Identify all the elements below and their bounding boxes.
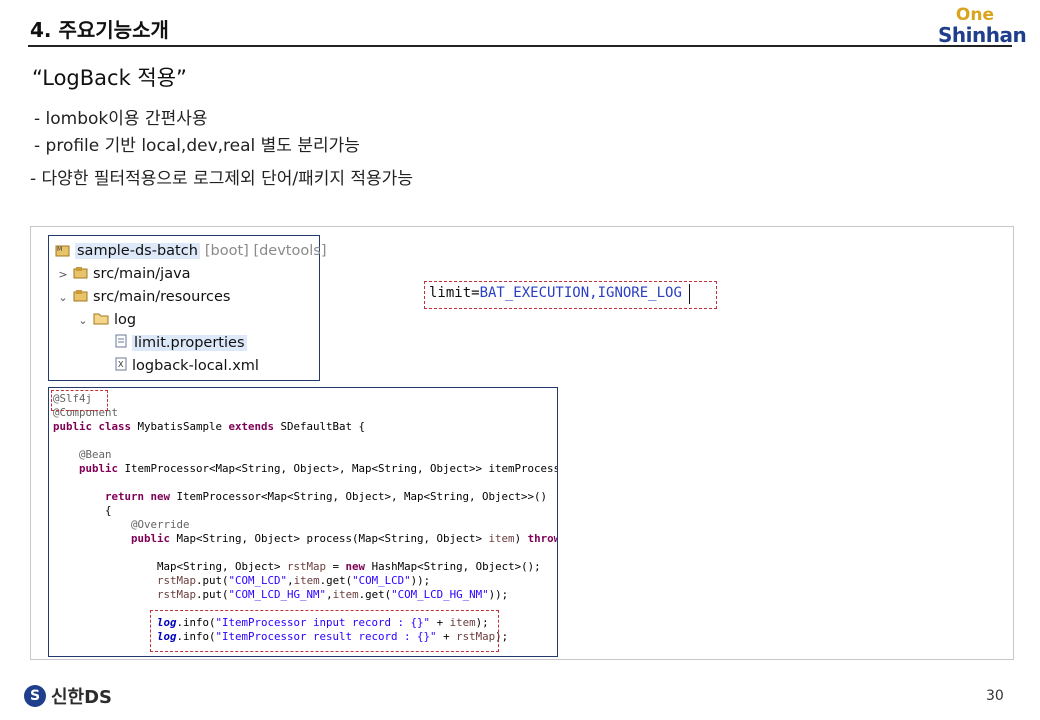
- code-line: return new ItemProcessor<Map<String, Obj…: [105, 490, 548, 503]
- bullet-item: - lombok이용 간편사용: [34, 109, 208, 129]
- tree-item-limit-properties[interactable]: limit.properties: [115, 332, 247, 354]
- shinhan-ds-logo: S 신한DS: [24, 683, 112, 709]
- project-suffix: [boot] [devtools]: [204, 243, 327, 259]
- project-explorer: M sample-ds-batch [boot] [devtools] > sr…: [48, 235, 326, 381]
- code-line: public ItemProcessor<Map<String, Object>…: [79, 462, 558, 475]
- chevron-down-icon[interactable]: ⌄: [77, 314, 89, 327]
- package-folder-icon: [73, 266, 88, 283]
- xml-file-icon: X: [115, 357, 127, 375]
- one-shinhan-logo: One Shinhan: [938, 5, 1027, 47]
- logo-shinhan-text: Shinhan: [938, 23, 1027, 47]
- slf4j-highlight-box: [51, 390, 108, 411]
- limit-property-line[interactable]: limit=BAT_EXECUTION,IGNORE_LOG: [429, 285, 682, 301]
- bullet-item: - 다양한 필터적용으로 로그제외 단어/패키지 적용가능: [30, 169, 413, 189]
- code-line: @Bean: [53, 448, 112, 461]
- project-name: sample-ds-batch: [75, 243, 200, 259]
- file-icon: [115, 334, 127, 352]
- tree-item-label: logback-local.xml: [132, 358, 259, 374]
- tree-item-label: src/main/resources: [93, 289, 231, 305]
- open-folder-icon: [93, 312, 109, 329]
- tree-item-label: src/main/java: [93, 266, 191, 282]
- limit-value: BAT_EXECUTION,IGNORE_LOG: [479, 285, 682, 301]
- shinhan-emblem-icon: S: [24, 685, 46, 707]
- code-line: {: [53, 504, 112, 517]
- tree-item-src-main-resources[interactable]: ⌄ src/main/resources: [57, 286, 230, 308]
- page-number: 30: [986, 688, 1004, 704]
- code-line: Map<String, Object> rstMap = new HashMap…: [53, 560, 541, 573]
- text-caret: [689, 284, 690, 304]
- company-name: 신한DS: [51, 687, 113, 708]
- page-title: 4. 주요기능소개: [30, 18, 169, 42]
- tree-item-log[interactable]: ⌄ log: [77, 309, 136, 331]
- code-line: @Override: [53, 518, 190, 531]
- tree-item-project[interactable]: M sample-ds-batch [boot] [devtools]: [55, 240, 326, 262]
- package-folder-icon: [73, 289, 88, 306]
- code-line: public class MybatisSample extends SDefa…: [53, 420, 366, 433]
- svg-text:M: M: [57, 246, 62, 253]
- log-calls-highlight-box: [150, 610, 499, 652]
- project-icon: M: [55, 242, 70, 261]
- code-line: public Map<String, Object> process(Map<S…: [131, 532, 557, 545]
- tree-item-label: log: [114, 312, 137, 328]
- tree-item-label: limit.properties: [132, 335, 247, 351]
- logo-one-text: One: [955, 5, 994, 25]
- limit-key: limit=: [429, 285, 480, 301]
- tree-item-src-main-java[interactable]: > src/main/java: [57, 263, 191, 285]
- chevron-right-icon[interactable]: >: [57, 268, 69, 281]
- code-line: rstMap.put("COM_LCD",item.get("COM_LCD")…: [157, 574, 431, 587]
- section-title: “LogBack 적용”: [32, 66, 187, 90]
- chevron-down-icon[interactable]: ⌄: [57, 291, 69, 304]
- bullet-item: - profile 기반 local,dev,real 별도 분리가능: [34, 136, 360, 156]
- svg-text:X: X: [118, 360, 124, 369]
- code-line: rstMap.put("COM_LCD_HG_NM",item.get("COM…: [157, 588, 509, 601]
- header-divider: [28, 45, 1012, 47]
- tree-item-logback-local-xml[interactable]: X logback-local.xml: [115, 355, 259, 377]
